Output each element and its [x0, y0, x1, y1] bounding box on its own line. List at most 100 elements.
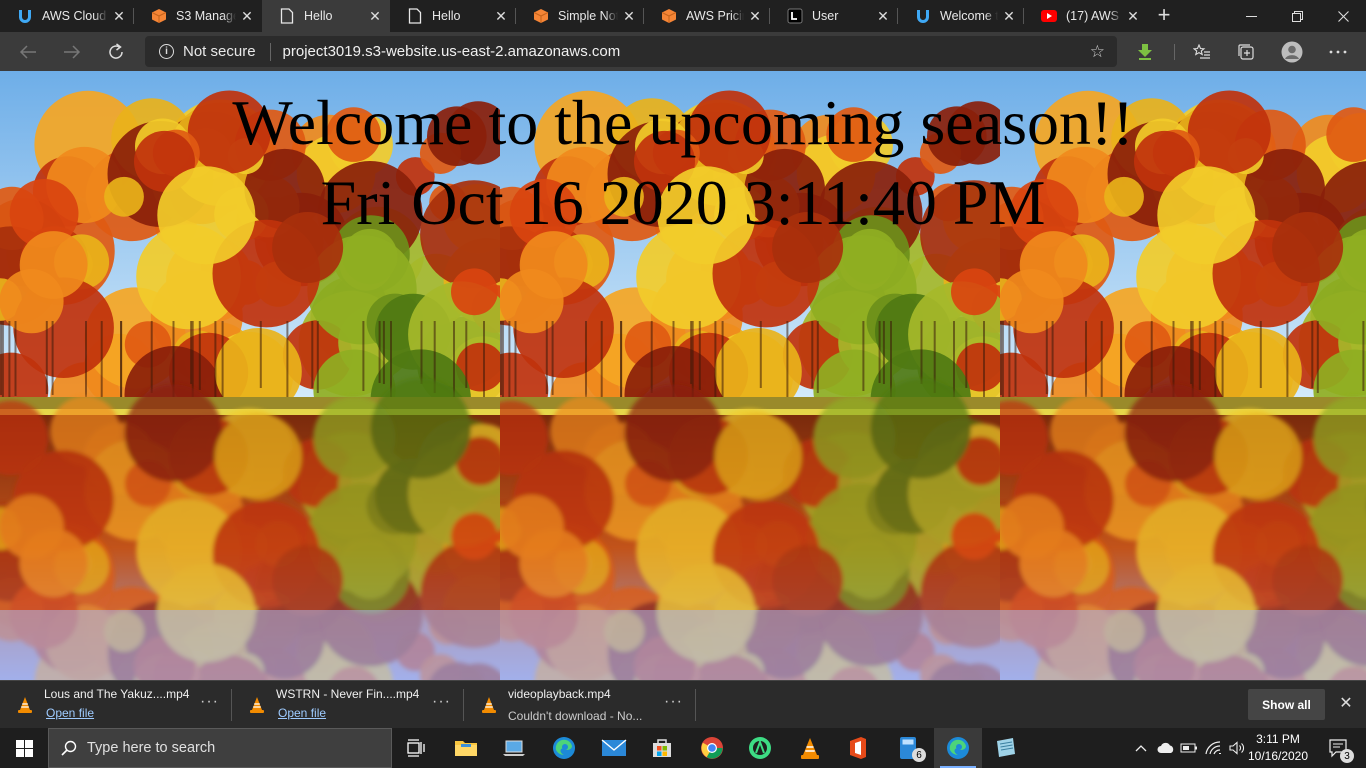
info-icon[interactable]: i [159, 44, 174, 59]
tab-label: (17) AWS Cloud [1066, 9, 1122, 23]
vlc-cone-icon [249, 696, 265, 719]
vlc-cone-icon [17, 696, 33, 719]
back-arrow-icon[interactable] [13, 37, 43, 67]
refresh-icon[interactable] [101, 37, 131, 67]
android-studio-icon[interactable] [736, 728, 784, 768]
close-icon[interactable]: ✕ [1122, 8, 1144, 25]
download-more-icon[interactable]: ··· [664, 693, 683, 711]
office-icon[interactable] [834, 728, 882, 768]
collections-icon[interactable] [1235, 41, 1257, 63]
volume-icon[interactable] [1226, 728, 1248, 768]
tab-aws-cloud[interactable]: AWS Cloud ✕ [0, 0, 134, 32]
tab-label: Hello [304, 9, 333, 23]
close-icon[interactable]: ✕ [872, 8, 894, 25]
windows-start-icon[interactable] [0, 728, 48, 768]
autumn-lake-image [1000, 71, 1366, 680]
tab-s3-management[interactable]: S3 Management ✕ [134, 0, 262, 32]
address-bar[interactable]: i Not secure project3019.s3-website.us-e… [145, 36, 1117, 67]
url-text[interactable]: project3019.s3-website.us-east-2.amazona… [283, 43, 621, 60]
download-more-icon[interactable]: ··· [200, 693, 219, 711]
edge-browser-icon[interactable] [540, 728, 588, 768]
mail-icon[interactable] [590, 728, 638, 768]
download-item[interactable]: videoplayback.mp4 Couldn't download - No… [464, 681, 696, 729]
uipath-icon [16, 7, 34, 25]
taskbar-badge: 6 [912, 748, 926, 762]
profile-avatar-icon[interactable] [1280, 40, 1304, 64]
close-icon[interactable]: ✕ [744, 8, 766, 25]
new-tab-button[interactable]: + [1152, 2, 1176, 28]
battery-icon[interactable] [1178, 728, 1200, 768]
close-icon[interactable]: ✕ [364, 8, 386, 25]
youtube-icon [1040, 7, 1058, 25]
page-viewport: Welcome to the upcoming season!! Fri Oct… [0, 71, 1366, 680]
vlc-icon[interactable] [786, 728, 834, 768]
tab-label: S3 Management [176, 9, 236, 23]
minimize-button[interactable] [1228, 0, 1274, 32]
tab-hello-active[interactable]: Hello ✕ [262, 0, 390, 32]
windows-taskbar: Type here to search 6 3:11 PM 10/16/2020… [0, 728, 1366, 768]
clock-date: 10/16/2020 [1247, 749, 1309, 763]
chrome-icon[interactable] [688, 728, 736, 768]
more-menu-icon[interactable] [1327, 41, 1349, 63]
page-headline: Welcome to the upcoming season!! [232, 87, 1134, 158]
tab-youtube[interactable]: (17) AWS Cloud ✕ [1024, 0, 1148, 32]
tab-strip: AWS Cloud ✕ S3 Management ✕ Hello ✕ Hell… [0, 0, 1366, 32]
show-all-button[interactable]: Show all [1248, 689, 1325, 720]
download-extension-icon[interactable] [1134, 41, 1156, 63]
tab-label: Simple Notification [558, 9, 618, 23]
tab-label: AWS Cloud [42, 9, 107, 23]
taskbar-search-box[interactable]: Type here to search [48, 728, 392, 768]
notes-app-icon[interactable] [982, 728, 1030, 768]
star-icon[interactable]: ☆ [1090, 42, 1105, 62]
close-icon[interactable]: ✕ [1336, 693, 1356, 713]
open-file-link[interactable]: Open file [278, 706, 326, 720]
close-icon[interactable]: ✕ [618, 8, 640, 25]
download-filename: Lous and The Yakuz....mp4 [44, 687, 190, 701]
forward-arrow-icon[interactable] [57, 37, 87, 67]
wifi-icon[interactable] [1202, 728, 1224, 768]
close-icon[interactable]: ✕ [236, 8, 258, 25]
tab-label: Welcome to [940, 9, 998, 23]
download-more-icon[interactable]: ··· [432, 693, 451, 711]
download-status: Couldn't download - No... [508, 709, 643, 723]
close-window-button[interactable] [1320, 0, 1366, 32]
search-icon [61, 740, 77, 756]
security-status[interactable]: Not secure [183, 43, 256, 60]
task-view-icon[interactable] [392, 728, 440, 768]
tab-hello[interactable]: Hello ✕ [390, 0, 516, 32]
favorites-list-icon[interactable] [1191, 41, 1213, 63]
chevron-up-icon[interactable] [1130, 728, 1152, 768]
uipath-icon [914, 7, 932, 25]
file-explorer-icon[interactable] [442, 728, 490, 768]
tab-label: Hello [432, 9, 461, 23]
close-icon[interactable]: ✕ [108, 8, 130, 25]
calculator-app-icon[interactable]: 6 [884, 728, 932, 768]
autumn-lake-image [500, 71, 1000, 680]
notification-badge: 3 [1340, 749, 1354, 763]
tab-user[interactable]: User ✕ [770, 0, 898, 32]
download-item[interactable]: Lous and The Yakuz....mp4 Open file ··· [0, 681, 232, 729]
open-file-link[interactable]: Open file [46, 706, 94, 720]
tab-aws-pricing[interactable]: AWS Pricing ✕ [644, 0, 770, 32]
restore-button[interactable] [1274, 0, 1320, 32]
edge-browser-active-icon[interactable] [934, 728, 982, 768]
notification-center-icon[interactable]: 3 [1318, 728, 1358, 768]
page-icon [278, 7, 296, 25]
tab-simple-notification[interactable]: Simple Notification ✕ [516, 0, 644, 32]
current-datetime: Fri Oct 16 2020 3:11:40 PM [320, 167, 1046, 238]
browser-toolbar: i Not secure project3019.s3-website.us-e… [0, 32, 1366, 71]
taskbar-clock[interactable]: 3:11 PM 10/16/2020 [1246, 731, 1310, 765]
close-icon[interactable]: ✕ [490, 8, 512, 25]
store-icon[interactable] [638, 728, 686, 768]
aws-cube-icon [660, 7, 678, 25]
close-icon[interactable]: ✕ [998, 8, 1020, 25]
laptop-app-icon[interactable] [490, 728, 538, 768]
onedrive-cloud-icon[interactable] [1154, 728, 1178, 768]
download-shelf: Lous and The Yakuz....mp4 Open file ··· … [0, 680, 1366, 728]
autumn-lake-image [0, 71, 500, 680]
search-placeholder: Type here to search [87, 740, 216, 756]
aws-cube-icon [532, 7, 550, 25]
tab-welcome[interactable]: Welcome to ✕ [898, 0, 1024, 32]
user-app-icon [786, 7, 804, 25]
download-item[interactable]: WSTRN - Never Fin....mp4 Open file ··· [232, 681, 464, 729]
